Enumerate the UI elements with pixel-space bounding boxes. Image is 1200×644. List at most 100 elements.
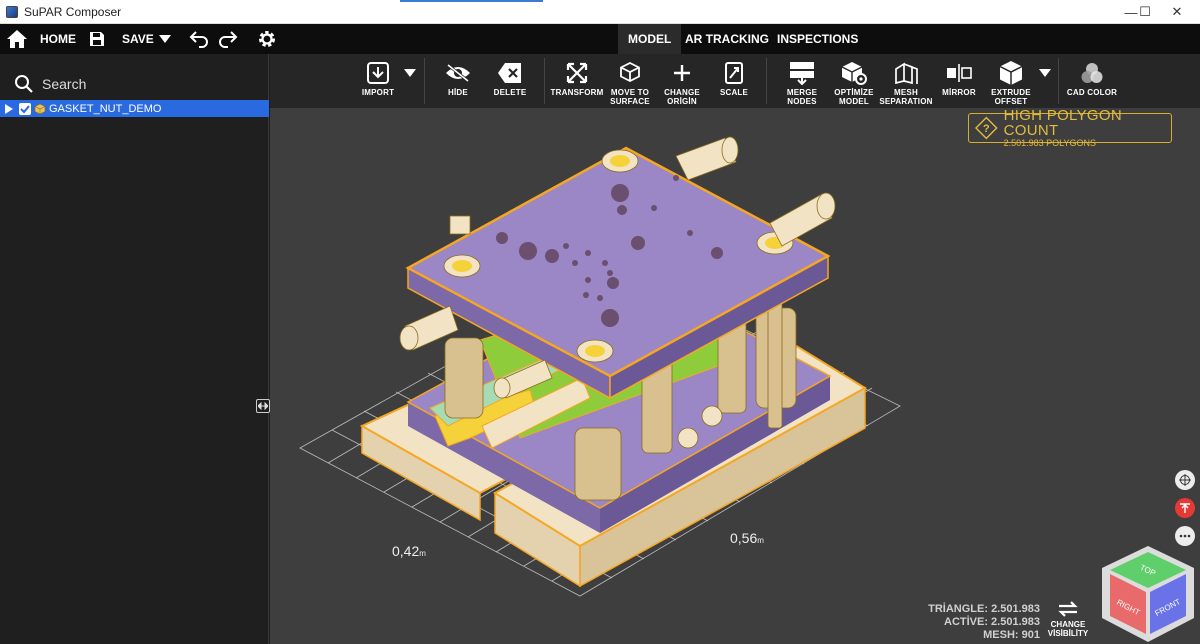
mirror-button[interactable]: MİRROR <box>936 54 982 108</box>
scene-canvas[interactable] <box>270 108 1200 644</box>
extrude-dropdown-button[interactable] <box>1038 54 1052 108</box>
view-cube[interactable]: TOP RIGHT FRONT <box>1098 544 1198 644</box>
undo-icon <box>189 31 208 48</box>
mirror-label: MİRROR <box>942 88 976 97</box>
transform-label: TRANSFORM <box>550 88 604 97</box>
tab-model[interactable]: MODEL <box>618 24 682 54</box>
scale-icon <box>725 62 743 84</box>
transform-icon <box>566 62 588 84</box>
optimize-model-button[interactable]: OPTİMİZE MODEL <box>830 54 878 108</box>
model-cube-icon <box>34 103 46 114</box>
scale-label: SCALE <box>719 88 749 97</box>
hide-button[interactable]: HİDE <box>436 54 480 108</box>
gear-icon <box>259 31 275 47</box>
save-button[interactable]: SAVE <box>89 24 154 54</box>
triangle-count: TRİANGLE: 2.501.983 <box>928 603 1040 615</box>
dimension-width: 0,56m <box>730 530 764 546</box>
title-accent <box>400 0 543 2</box>
redo-button[interactable] <box>218 24 238 54</box>
transform-button[interactable]: TRANSFORM <box>550 54 604 108</box>
title-bar: SuPAR Composer — ☐ ✕ <box>0 0 1200 24</box>
mirror-icon <box>947 64 972 82</box>
chevron-down-icon <box>159 35 171 43</box>
app-logo-icon <box>6 5 18 18</box>
optimize-model-label: OPTİMİZE MODEL <box>834 88 874 106</box>
extrude-offset-label: EXTRUDE OFFSET <box>991 88 1031 106</box>
mesh-statistics: TRİANGLE: 2.501.983 ACTİVE: 2.501.983 ME… <box>928 603 1040 642</box>
model-toolbar: IMPORT HİDE DELETE TRANSFORM MOVE TO SUR… <box>270 54 1200 108</box>
pin-icon <box>1180 503 1190 513</box>
change-origin-label: CHANGE ORİGİN <box>664 88 700 106</box>
expand-arrow-icon[interactable] <box>5 103 13 114</box>
cube-surface-icon <box>620 61 640 83</box>
dimension-width-value: 0,56 <box>730 530 758 546</box>
extrude-offset-button[interactable]: EXTRUDE OFFSET <box>988 54 1034 108</box>
close-icon: ✕ <box>1171 4 1183 19</box>
optimize-icon <box>841 62 867 85</box>
move-to-surface-label: MOVE TO SURFACE <box>610 88 650 106</box>
delete-button[interactable]: DELETE <box>488 54 532 108</box>
chevron-down-icon <box>1039 69 1051 77</box>
high-polygon-warning[interactable]: ? HİGH POLYGON COUNT 2.501.983 POLYGONS <box>968 108 1172 148</box>
undo-button[interactable] <box>189 24 209 54</box>
more-dots-icon <box>1179 534 1191 538</box>
settings-button[interactable] <box>257 24 277 54</box>
swap-arrows-icon <box>1058 601 1078 617</box>
search-box[interactable]: Search <box>14 74 86 94</box>
save-dropdown-button[interactable] <box>159 24 171 54</box>
tab-inspections[interactable]: INSPECTIONS <box>767 24 868 54</box>
mesh-separation-label: MESH SEPARATION <box>879 88 933 106</box>
dimension-depth-value: 0,42 <box>392 543 420 559</box>
delete-icon <box>498 63 521 83</box>
merge-icon <box>790 62 814 85</box>
import-dropdown-button[interactable] <box>403 54 417 108</box>
dimension-unit: m <box>757 536 764 545</box>
mesh-separation-icon <box>895 62 918 85</box>
tree-item-gasket-nut-demo[interactable]: GASKET_NUT_DEMO <box>0 100 269 117</box>
search-icon <box>15 75 33 93</box>
merge-nodes-button[interactable]: MERGE NODES <box>778 54 826 108</box>
move-to-surface-button[interactable]: MOVE TO SURFACE <box>608 54 652 108</box>
change-visibility-button[interactable]: CHANGE VİSİBİLİTY <box>1046 598 1090 638</box>
maximize-icon: ☐ <box>1139 4 1151 19</box>
home-button[interactable]: HOME <box>6 24 76 54</box>
visibility-checkbox[interactable] <box>19 102 31 115</box>
crosshair-icon <box>1179 474 1191 486</box>
dimension-unit: m <box>419 549 426 558</box>
hide-label: HİDE <box>448 88 468 97</box>
tab-ar-tracking[interactable]: AR TRACKING <box>675 24 779 54</box>
plus-icon <box>674 65 690 81</box>
3d-viewport[interactable]: ? HİGH POLYGON COUNT 2.501.983 POLYGONS … <box>270 108 1200 644</box>
mesh-count: MESH: 901 <box>983 629 1040 641</box>
scale-button[interactable]: SCALE <box>712 54 756 108</box>
window-title: SuPAR Composer <box>24 4 122 19</box>
eye-hidden-icon <box>446 63 470 83</box>
active-count: ACTİVE: 2.501.983 <box>944 616 1040 628</box>
merge-nodes-label: MERGE NODES <box>786 88 818 106</box>
cad-color-label: CAD COLOR <box>1066 88 1118 97</box>
scene-tree-panel: Search GASKET_NUT_DEMO <box>0 54 270 644</box>
question-diamond-icon: ? <box>975 116 998 140</box>
menu-bar: HOME SAVE <box>0 24 1200 54</box>
svg-text:?: ? <box>983 123 990 135</box>
extrude-icon <box>999 61 1023 85</box>
color-circles-icon <box>1081 63 1103 83</box>
save-icon <box>90 32 104 46</box>
save-label: SAVE <box>122 32 154 46</box>
home-label: HOME <box>40 32 76 46</box>
close-button[interactable]: ✕ <box>1154 0 1200 24</box>
snap-button[interactable] <box>1175 498 1195 518</box>
tree-item-label: GASKET_NUT_DEMO <box>49 102 162 115</box>
panel-resize-handle[interactable] <box>256 399 270 413</box>
more-options-button[interactable] <box>1175 526 1195 546</box>
change-origin-button[interactable]: CHANGE ORİGİN <box>660 54 704 108</box>
home-icon <box>7 30 27 48</box>
import-icon <box>367 62 389 84</box>
cad-color-button[interactable]: CAD COLOR <box>1062 54 1122 108</box>
pan-button[interactable] <box>1175 470 1195 490</box>
mesh-separation-button[interactable]: MESH SEPARATION <box>878 54 934 108</box>
change-visibility-label: CHANGE VİSİBİLİTY <box>1047 620 1089 638</box>
search-input[interactable]: Search <box>42 76 86 92</box>
import-button[interactable]: IMPORT <box>356 54 400 108</box>
dimension-depth: 0,42m <box>392 543 426 559</box>
